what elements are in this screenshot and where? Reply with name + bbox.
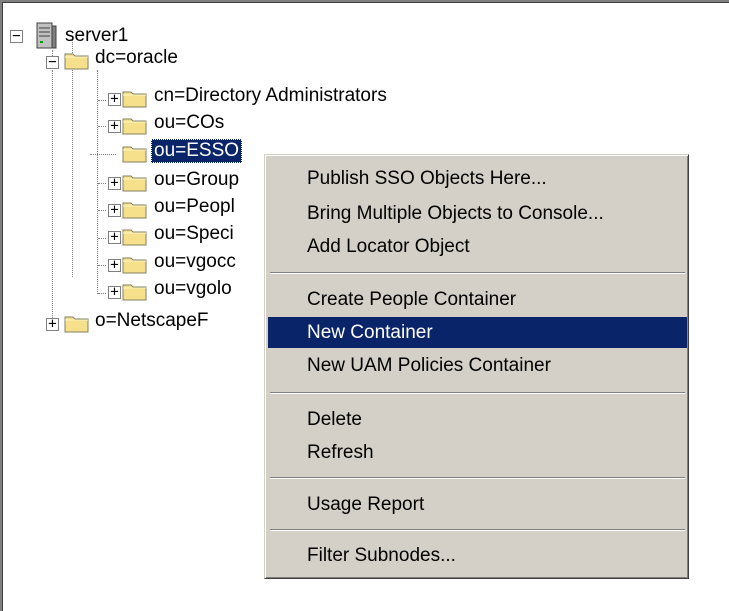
menu-separator	[270, 392, 685, 394]
tree-node-vgolo[interactable]: ou=vgolo	[151, 277, 235, 301]
tree-line	[90, 154, 116, 155]
expand-toggle-netscape[interactable]: +	[46, 317, 59, 331]
expand-toggle-people[interactable]: +	[108, 203, 121, 217]
expand-toggle-group[interactable]: +	[108, 176, 121, 190]
collapse-toggle-server1[interactable]: −	[10, 29, 23, 43]
folder-icon	[64, 316, 89, 333]
folder-icon	[122, 229, 147, 246]
folder-icon	[122, 118, 147, 135]
expand-toggle-special[interactable]: +	[108, 230, 121, 244]
tree-line	[97, 70, 98, 294]
menu-item-new-uam-policies-container[interactable]: New UAM Policies Container	[268, 350, 687, 381]
folder-icon	[122, 91, 147, 108]
tree-node-group[interactable]: ou=Group	[151, 168, 242, 192]
tree-node-esso[interactable]: ou=ESSO	[151, 139, 243, 163]
expand-toggle-cos[interactable]: +	[108, 119, 121, 133]
tree-node-server1[interactable]: server1	[62, 24, 131, 48]
tree-node-directory-administrators[interactable]: cn=Directory Administrators	[151, 84, 390, 108]
collapse-toggle-dc-oracle[interactable]: −	[46, 55, 59, 69]
tree-node-dc-oracle[interactable]: dc=oracle	[92, 46, 181, 70]
pane-border-inner-left	[2, 2, 3, 611]
context-menu: Publish SSO Objects Here... Bring Multip…	[264, 154, 689, 579]
expand-toggle-vgolo[interactable]: +	[108, 285, 121, 299]
tree-line	[72, 40, 73, 277]
tree-node-netscape[interactable]: o=NetscapeF	[92, 309, 212, 333]
menu-item-publish-sso-objects[interactable]: Publish SSO Objects Here...	[268, 163, 687, 194]
tree-line	[98, 126, 106, 127]
pane-border-inner-top	[2, 2, 729, 3]
tree-line	[98, 100, 106, 101]
expand-toggle-directory-administrators[interactable]: +	[108, 92, 121, 106]
folder-icon	[64, 53, 89, 70]
tree-node-cos[interactable]: ou=COs	[151, 111, 227, 135]
tree-line	[98, 293, 106, 294]
folder-icon	[122, 146, 147, 163]
menu-separator	[270, 477, 685, 479]
menu-item-new-container[interactable]: New Container	[268, 317, 687, 348]
folder-icon	[122, 284, 147, 301]
tree-node-people[interactable]: ou=Peopl	[151, 195, 238, 219]
expand-toggle-vgocc[interactable]: +	[108, 258, 121, 272]
menu-item-refresh[interactable]: Refresh	[268, 437, 687, 468]
menu-separator	[270, 529, 685, 531]
menu-item-create-people-container[interactable]: Create People Container	[268, 284, 687, 315]
tree-line	[98, 238, 106, 239]
tree-line	[52, 70, 53, 324]
folder-icon	[122, 257, 147, 274]
menu-item-filter-subnodes[interactable]: Filter Subnodes...	[268, 540, 687, 571]
server-icon	[36, 22, 57, 49]
tree-line	[98, 183, 106, 184]
folder-icon	[122, 175, 147, 192]
folder-icon	[122, 202, 147, 219]
menu-item-bring-multiple-objects[interactable]: Bring Multiple Objects to Console...	[268, 198, 687, 229]
tree-line	[98, 210, 106, 211]
menu-item-delete[interactable]: Delete	[268, 404, 687, 435]
tree-node-vgocc[interactable]: ou=vgocc	[151, 250, 239, 274]
tree-line	[98, 265, 106, 266]
menu-item-usage-report[interactable]: Usage Report	[268, 489, 687, 520]
menu-item-add-locator-object[interactable]: Add Locator Object	[268, 231, 687, 262]
menu-separator	[270, 272, 685, 274]
tree-node-special[interactable]: ou=Speci	[151, 222, 237, 246]
